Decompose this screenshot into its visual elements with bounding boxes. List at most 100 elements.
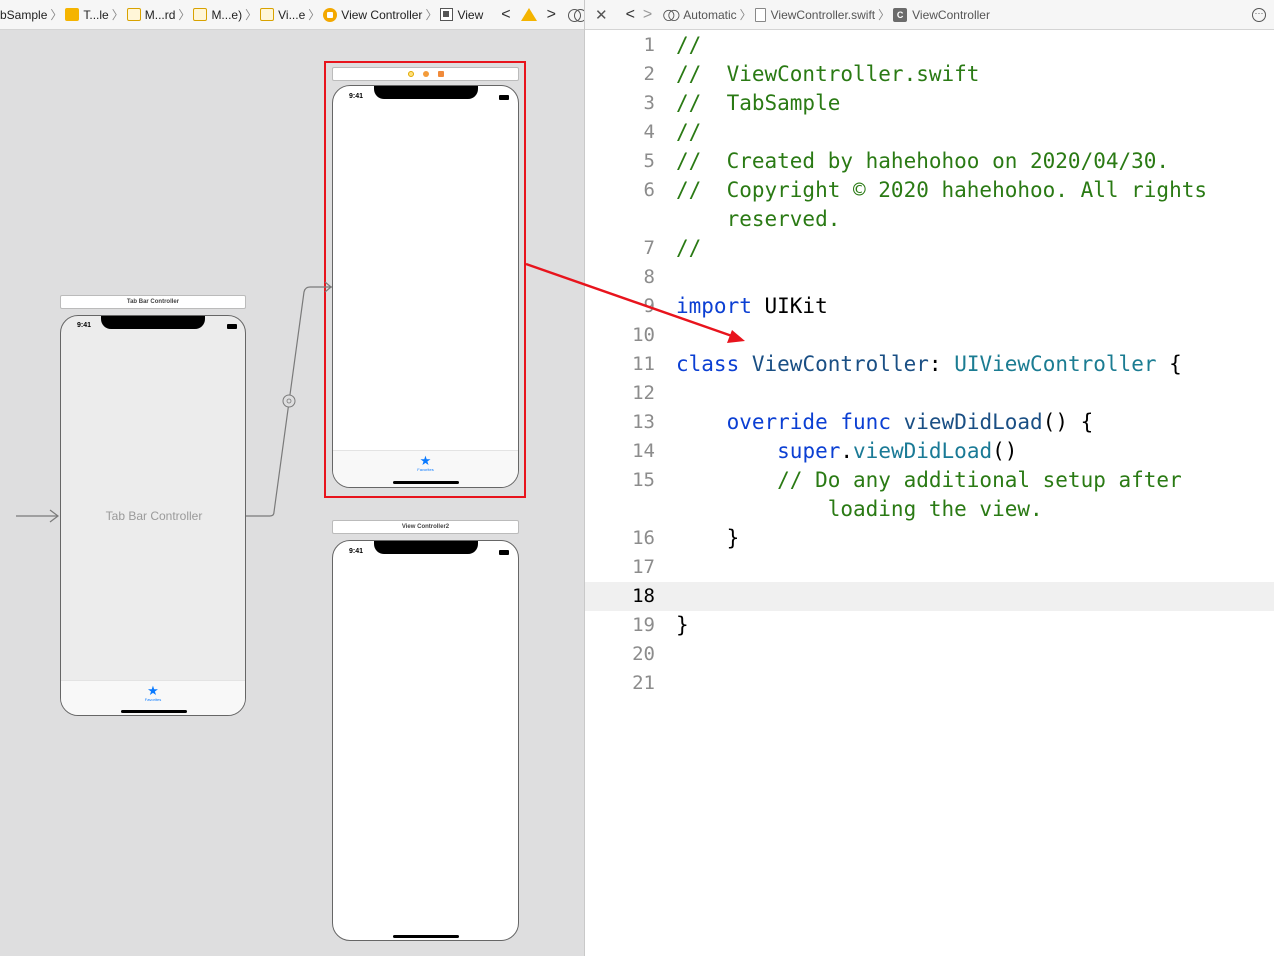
breadcrumb-scene[interactable]: Vi...e <box>260 0 306 29</box>
line-number: 20 <box>632 643 655 665</box>
view-controller-dock-icon[interactable] <box>407 71 414 77</box>
code-editor[interactable]: ✕ < > Automatic 〉 ViewController.swift 〉… <box>585 0 1274 956</box>
notch <box>374 86 478 99</box>
line-number: 6 <box>643 179 655 201</box>
code-line[interactable]: 5 // Created by hahehohoo on 2020/04/30. <box>585 147 1274 176</box>
tab-item-label: Favorites <box>144 697 162 702</box>
favorites-star-icon[interactable]: ★ <box>333 454 518 467</box>
view-controller-icon <box>323 7 338 22</box>
line-number: 16 <box>632 527 655 549</box>
breadcrumb-project[interactable]: bSample <box>0 0 47 29</box>
scene-icon <box>260 8 275 21</box>
code-line[interactable]: 2 // ViewController.swift <box>585 60 1274 89</box>
line-number: 10 <box>632 324 655 346</box>
exit-icon[interactable] <box>437 71 444 77</box>
editor-mode-label[interactable]: Automatic <box>683 8 736 22</box>
storyboard-file-icon <box>126 8 141 21</box>
code-line[interactable]: 13 override func viewDidLoad() { <box>585 408 1274 437</box>
breadcrumb-group[interactable]: T...le <box>65 0 109 29</box>
line-number: 11 <box>632 353 655 375</box>
line-text: // Created by hahehohoo on 2020/04/30. <box>676 147 1169 176</box>
scene-title-tab-bar-controller[interactable]: Tab Bar Controller <box>60 295 246 309</box>
code-line[interactable]: 4 // <box>585 118 1274 147</box>
class-name-label[interactable]: ViewController <box>912 8 990 22</box>
first-responder-icon[interactable] <box>422 71 429 77</box>
code-line[interactable]: 1 // <box>585 31 1274 60</box>
line-number: 3 <box>643 92 655 114</box>
code-line[interactable]: 3 // TabSample <box>585 89 1274 118</box>
code-line[interactable]: 6 // Copyright © 2020 hahehohoo. All righ… <box>585 176 1274 234</box>
line-text: // TabSample <box>676 89 840 118</box>
next-issue-icon[interactable]: > <box>547 6 556 24</box>
warning-icon[interactable] <box>520 8 537 21</box>
code-line[interactable]: 11 class ViewController: UIViewController… <box>585 350 1274 379</box>
line-text: // <box>676 31 701 60</box>
code-line[interactable]: 7 // <box>585 234 1274 263</box>
status-time: 9:41 <box>349 93 364 100</box>
code-line[interactable]: 21 <box>585 669 1274 698</box>
breadcrumb-storyboard[interactable]: M...rd <box>126 0 175 29</box>
breadcrumb-storyboard-base[interactable]: M...e) <box>193 0 242 29</box>
breadcrumb-view-controller[interactable]: View Controller <box>323 0 422 29</box>
code-token: () <box>992 439 1018 463</box>
code-token: // ViewController.swift <box>676 62 980 86</box>
code-token: func <box>840 410 891 434</box>
view-controller-scene[interactable]: 9:41 ★ Favorites <box>332 85 519 488</box>
code-token: { <box>1156 352 1182 376</box>
breadcrumb-label: T...le <box>83 7 109 22</box>
chevron-right-icon: 〉 <box>111 8 124 22</box>
previous-issue-icon[interactable]: < <box>501 6 510 24</box>
line-number: 15 <box>632 469 655 491</box>
scene-dock[interactable] <box>332 67 519 81</box>
line-text: override func viewDidLoad() { <box>676 408 1094 437</box>
code-line[interactable]: 20 <box>585 640 1274 669</box>
code-token: // <box>676 236 702 260</box>
breadcrumb-label: Vi...e <box>278 7 306 22</box>
notch <box>101 316 205 329</box>
code-line[interactable]: 8 <box>585 263 1274 292</box>
code-line[interactable]: 9 import UIKit <box>585 292 1274 321</box>
close-editor-icon[interactable]: ✕ <box>595 6 608 24</box>
code-line[interactable]: 15 // Do any additional setup after load… <box>585 466 1274 524</box>
chevron-right-icon: 〉 <box>425 8 438 22</box>
favorites-star-icon[interactable]: ★ <box>61 684 245 697</box>
code-line[interactable]: 16 } <box>585 524 1274 553</box>
code-line[interactable]: 18 <box>585 582 1274 611</box>
related-files-icon[interactable] <box>663 9 680 21</box>
code-token: } <box>676 613 689 637</box>
breadcrumb-view[interactable]: View <box>440 0 483 29</box>
storyboard-canvas[interactable]: bSample 〉 T...le 〉 M...rd 〉 M...e) 〉 Vi.… <box>0 0 584 956</box>
line-number: 17 <box>632 556 655 578</box>
home-indicator <box>393 481 459 484</box>
code-line[interactable]: 10 <box>585 321 1274 350</box>
code-line[interactable]: 12 <box>585 379 1274 408</box>
code-line[interactable]: 14 super.viewDidLoad() <box>585 437 1274 466</box>
code-line[interactable]: 17 <box>585 553 1274 582</box>
battery-icon <box>499 95 509 100</box>
home-indicator <box>393 935 459 938</box>
battery-icon <box>499 550 509 555</box>
view-controller2-scene[interactable]: 9:41 <box>332 540 519 941</box>
line-number: 8 <box>643 266 655 288</box>
forward-icon[interactable]: > <box>643 6 652 24</box>
back-icon[interactable]: < <box>626 6 635 24</box>
code-token: () { <box>1042 410 1094 434</box>
line-number: 19 <box>632 614 655 636</box>
file-name-label[interactable]: ViewController.swift <box>771 8 875 22</box>
chevron-right-icon: 〉 <box>878 8 891 22</box>
line-number: 2 <box>643 63 655 85</box>
status-time: 9:41 <box>77 322 92 329</box>
line-number: 21 <box>632 672 655 694</box>
code-line[interactable]: 19} <box>585 611 1274 640</box>
code-token: UIViewController <box>954 352 1157 376</box>
line-number: 5 <box>643 150 655 172</box>
class-icon: C <box>893 7 908 22</box>
tab-bar-controller-scene[interactable]: 9:41 Tab Bar Controller ★ Favorites <box>60 315 246 716</box>
code-token: // <box>676 120 702 144</box>
code-token: import <box>676 294 752 318</box>
scene-title-view-controller2[interactable]: View Controller2 <box>332 520 519 534</box>
more-options-icon[interactable]: ··· <box>1252 8 1266 22</box>
